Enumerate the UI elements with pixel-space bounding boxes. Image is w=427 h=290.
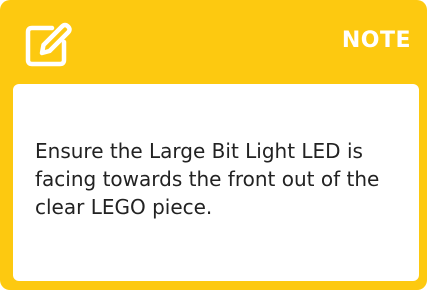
- note-card: NOTE Ensure the Large Bit Light LED is f…: [0, 0, 427, 290]
- note-title: NOTE: [341, 28, 411, 53]
- note-text: Ensure the Large Bit Light LED is facing…: [35, 139, 380, 219]
- note-body: Ensure the Large Bit Light LED is facing…: [13, 84, 419, 281]
- edit-icon: [22, 18, 74, 70]
- note-header: NOTE: [0, 0, 427, 84]
